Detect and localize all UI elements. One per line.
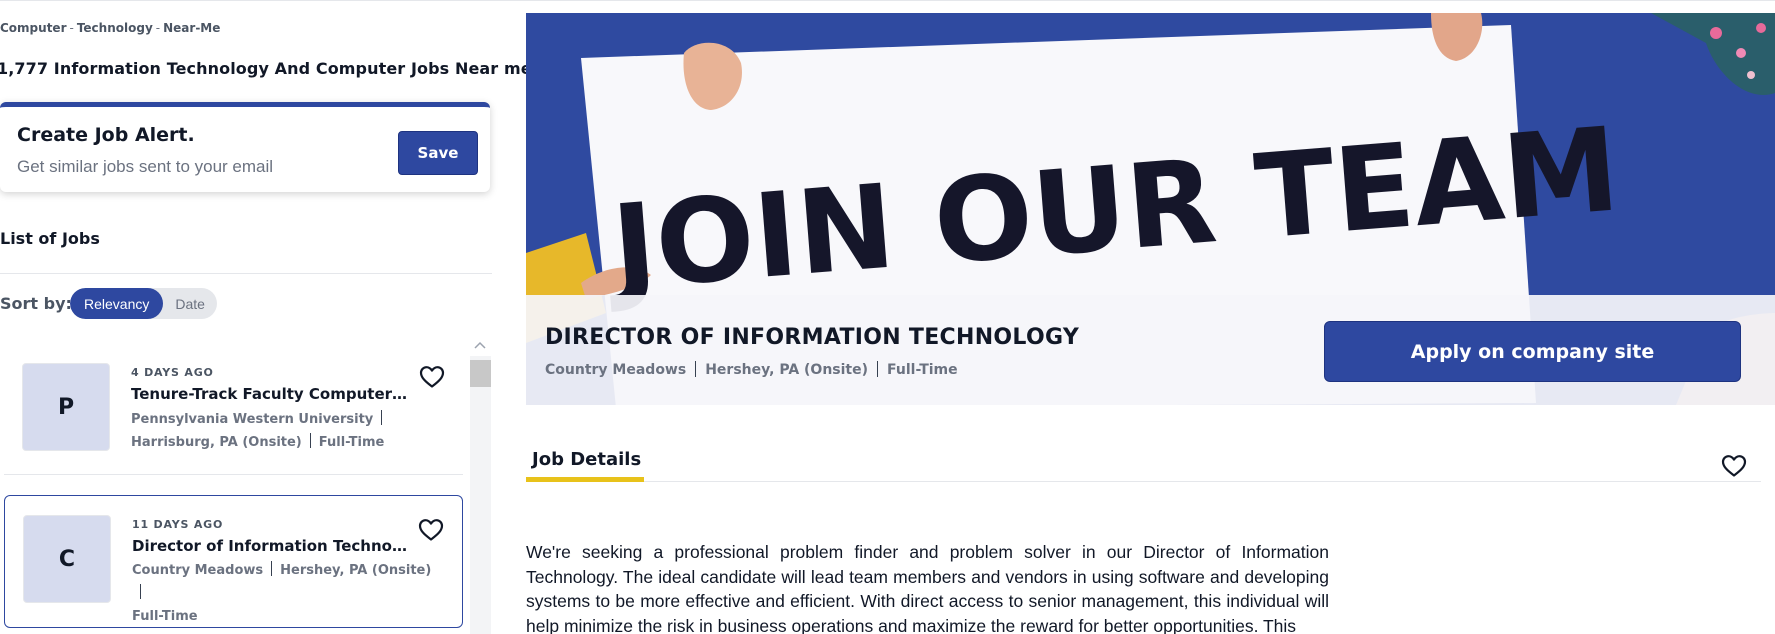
sort-option-date[interactable]: Date bbox=[163, 288, 217, 319]
job-title[interactable]: Tenure-Track Faculty Computer-... bbox=[131, 385, 411, 403]
job-age: 11 DAYS AGO bbox=[132, 518, 224, 531]
breadcrumb-item-computer[interactable]: Computer bbox=[0, 21, 66, 35]
apply-button[interactable]: Apply on company site bbox=[1324, 321, 1741, 382]
job-list-title: List of Jobs bbox=[0, 229, 100, 248]
sort-toggle: Relevancy Date bbox=[70, 288, 217, 319]
job-location: Hershey, PA (Onsite) bbox=[280, 563, 432, 578]
job-alert-card: Create Job Alert. Get similar jobs sent … bbox=[0, 102, 490, 192]
meta-divider bbox=[695, 361, 697, 377]
heart-icon[interactable] bbox=[1721, 454, 1747, 478]
job-description: We're seeking a professional problem fin… bbox=[526, 542, 1329, 634]
meta-divider bbox=[381, 410, 383, 425]
meta-divider bbox=[271, 561, 273, 576]
heart-icon[interactable] bbox=[419, 365, 445, 389]
breadcrumb-item-near-me[interactable]: Near-Me bbox=[163, 21, 220, 35]
breadcrumb-item-technology[interactable]: Technology bbox=[77, 21, 153, 35]
meta-divider bbox=[309, 433, 311, 448]
job-meta: Country Meadows Hershey, PA (Onsite) Full… bbox=[132, 559, 442, 628]
job-meta: Pennsylvania Western University Harrisbu… bbox=[131, 408, 441, 454]
job-age: 4 DAYS AGO bbox=[131, 366, 214, 379]
job-company: Pennsylvania Western University bbox=[131, 412, 374, 427]
company-logo: P bbox=[22, 363, 110, 451]
sort-option-relevancy[interactable]: Relevancy bbox=[70, 288, 164, 319]
job-list-scrollbar-thumb[interactable] bbox=[470, 360, 491, 387]
save-alert-button[interactable]: Save bbox=[398, 131, 478, 175]
sort-label: Sort by: bbox=[0, 294, 72, 313]
breadcrumb-separator: - bbox=[69, 21, 74, 35]
heart-icon[interactable] bbox=[418, 518, 444, 542]
job-alert-title: Create Job Alert. bbox=[17, 124, 195, 146]
job-type: Full-Time bbox=[318, 435, 385, 450]
tab-job-details[interactable]: Job Details bbox=[526, 446, 644, 482]
job-list-scrollbar[interactable] bbox=[470, 356, 491, 634]
tab-job-details-label: Job Details bbox=[532, 449, 642, 470]
job-card-selected[interactable]: C 11 DAYS AGO Director of Information Te… bbox=[4, 495, 463, 628]
meta-divider bbox=[877, 361, 879, 377]
job-list-panel: Computer - Technology - Near-Me 1,777 Inform… bbox=[0, 0, 532, 634]
breadcrumb: Computer - Technology - Near-Me bbox=[0, 21, 220, 35]
job-detail-type: Full-Time bbox=[887, 362, 958, 378]
tab-bar-divider bbox=[526, 481, 1761, 482]
scroll-up-arrow-icon[interactable] bbox=[474, 341, 486, 349]
results-heading: 1,777 Information Technology And Compute… bbox=[0, 59, 532, 78]
divider bbox=[0, 273, 492, 274]
meta-divider bbox=[140, 584, 141, 599]
job-location: Harrisburg, PA (Onsite) bbox=[131, 435, 302, 450]
job-detail-company[interactable]: Country Meadows bbox=[545, 362, 686, 378]
job-alert-subtitle: Get similar jobs sent to your email bbox=[17, 157, 274, 176]
job-type: Full-Time bbox=[132, 609, 198, 624]
job-detail-meta: Country Meadows Hershey, PA (Onsite) Full-… bbox=[545, 361, 958, 378]
job-company: Country Meadows bbox=[132, 563, 264, 578]
job-title[interactable]: Director of Information Technology bbox=[132, 537, 412, 555]
job-card[interactable]: P 4 DAYS AGO Tenure-Track Faculty Comput… bbox=[4, 345, 463, 475]
breadcrumb-separator: - bbox=[155, 21, 161, 35]
job-detail-title: DIRECTOR OF INFORMATION TECHNOLOGY bbox=[545, 325, 1080, 350]
company-logo: C bbox=[23, 515, 111, 603]
job-detail-location: Hershey, PA (Onsite) bbox=[705, 362, 869, 378]
